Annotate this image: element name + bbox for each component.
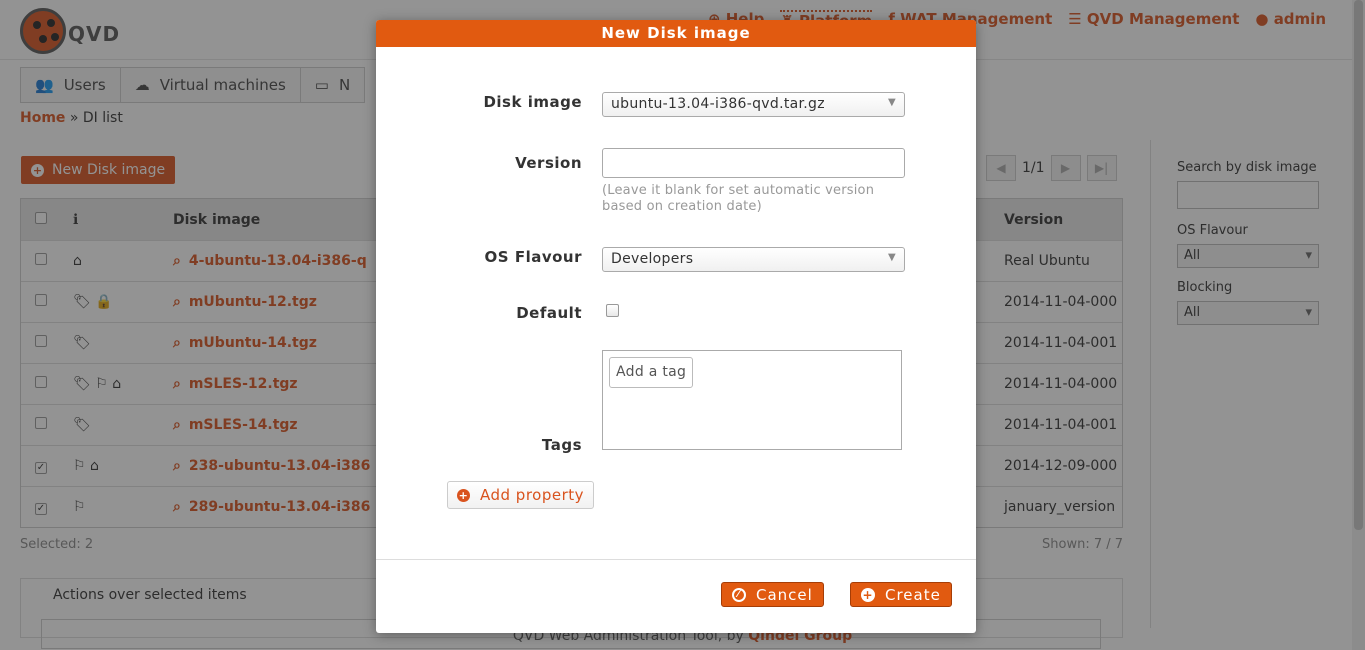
- plus-circle-icon: +: [457, 488, 470, 502]
- version-hint: (Leave it blank for set automatic versio…: [602, 183, 875, 214]
- dialog-title: New Disk image: [376, 20, 976, 47]
- plus-circle-icon: +: [861, 587, 875, 602]
- add-property-button[interactable]: + Add property: [447, 481, 595, 509]
- os-flavour-select[interactable]: Developers ▼: [602, 247, 905, 272]
- dialog-footer-divider: [376, 559, 976, 560]
- version-label: Version: [515, 154, 582, 172]
- cancel-button[interactable]: ⁄ Cancel: [721, 582, 824, 607]
- default-checkbox[interactable]: [606, 304, 619, 317]
- dropdown-arrow-icon: ▼: [888, 97, 896, 108]
- version-input[interactable]: [602, 148, 905, 178]
- tags-box[interactable]: Add a tag: [602, 350, 902, 450]
- dropdown-arrow-icon: ▼: [888, 252, 896, 263]
- default-label: Default: [516, 304, 582, 322]
- ban-icon: ⁄: [732, 587, 746, 602]
- tags-label: Tags: [541, 436, 582, 454]
- create-button[interactable]: + Create: [850, 582, 952, 607]
- disk-image-select[interactable]: ubuntu-13.04-i386-qvd.tar.gz ▼: [602, 92, 905, 117]
- new-disk-image-dialog: New Disk image Disk image ubuntu-13.04-i…: [376, 20, 976, 633]
- add-tag-input[interactable]: Add a tag: [609, 357, 694, 388]
- os-flavour-label: OS Flavour: [484, 248, 582, 266]
- disk-image-label: Disk image: [483, 93, 582, 111]
